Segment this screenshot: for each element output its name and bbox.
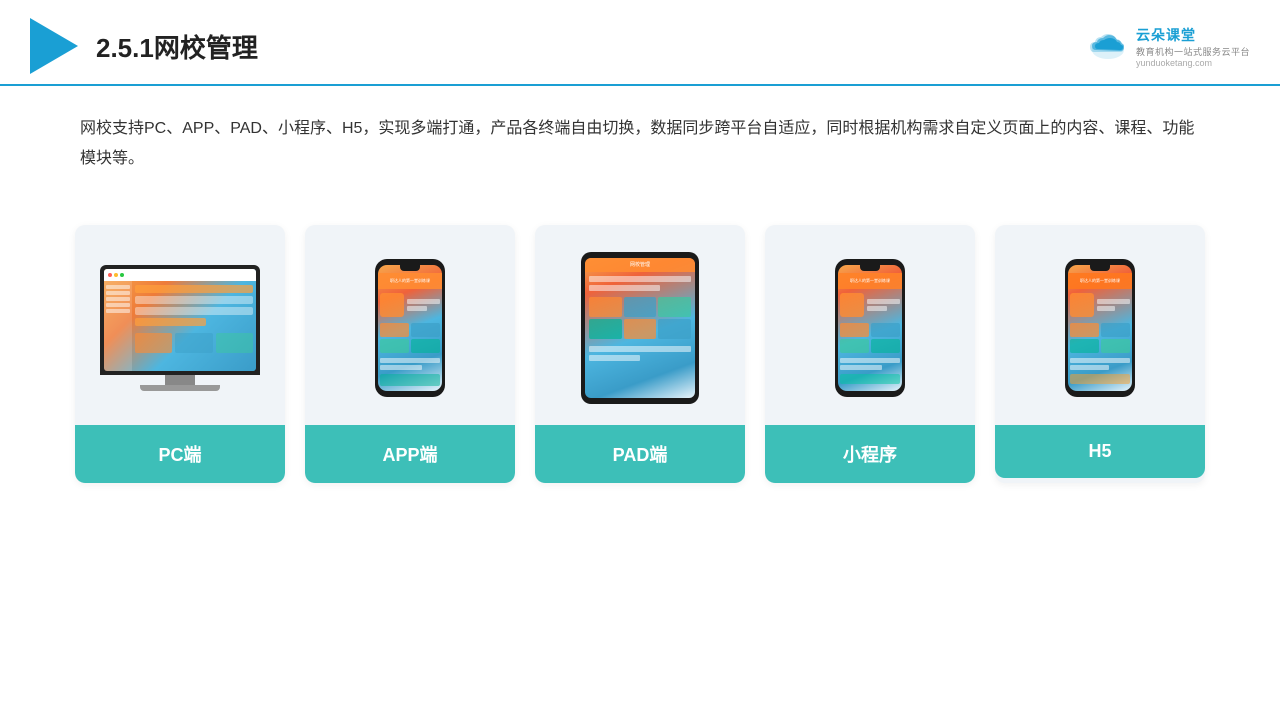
pc-mockup (100, 265, 260, 391)
card-miniprogram-label: 小程序 (765, 425, 975, 483)
card-pc-label: PC端 (75, 425, 285, 483)
description-text: 网校支持PC、APP、PAD、小程序、H5，实现多端打通，产品各终端自由切换，数… (0, 86, 1280, 185)
logo-triangle-icon (30, 18, 78, 74)
page-title: 2.5.1网校管理 (96, 28, 258, 65)
card-pc: PC端 (75, 225, 285, 483)
card-app: 职达人的第一堂训练课 (305, 225, 515, 483)
phone-mockup-mini: 职达人的第一堂训练课 (835, 259, 905, 397)
header-right: 云朵课堂 教育机构一站式服务云平台 yunduoketang.com (1086, 25, 1250, 68)
cards-container: PC端 职达人的第一堂训练课 (0, 195, 1280, 483)
card-pad-label: PAD端 (535, 425, 745, 483)
brand-logo: 云朵课堂 教育机构一站式服务云平台 yunduoketang.com (1086, 25, 1250, 68)
card-miniprogram: 职达人的第一堂训练课 (765, 225, 975, 483)
card-h5-image: 职达人的第一堂训练课 (995, 225, 1205, 425)
card-pc-image (75, 225, 285, 425)
card-app-image: 职达人的第一堂训练课 (305, 225, 515, 425)
brand-name: 云朵课堂 (1136, 25, 1196, 45)
cloud-icon (1086, 30, 1130, 62)
card-pad: 网校管理 (535, 225, 745, 483)
card-h5-label: H5 (995, 425, 1205, 478)
card-pad-image: 网校管理 (535, 225, 745, 425)
phone-mockup-h5: 职达人的第一堂训练课 (1065, 259, 1135, 397)
brand-tagline: 教育机构一站式服务云平台 (1136, 45, 1250, 58)
card-app-label: APP端 (305, 425, 515, 483)
brand-url: yunduoketang.com (1136, 58, 1212, 68)
header: 2.5.1网校管理 云朵课堂 教育机构一站式服务云平台 yunduoketang… (0, 0, 1280, 86)
card-miniprogram-image: 职达人的第一堂训练课 (765, 225, 975, 425)
brand-text: 云朵课堂 教育机构一站式服务云平台 yunduoketang.com (1136, 25, 1250, 68)
header-left: 2.5.1网校管理 (30, 18, 258, 74)
card-h5: 职达人的第一堂训练课 (995, 225, 1205, 483)
ipad-mockup: 网校管理 (581, 252, 699, 404)
phone-mockup-app: 职达人的第一堂训练课 (375, 259, 445, 397)
